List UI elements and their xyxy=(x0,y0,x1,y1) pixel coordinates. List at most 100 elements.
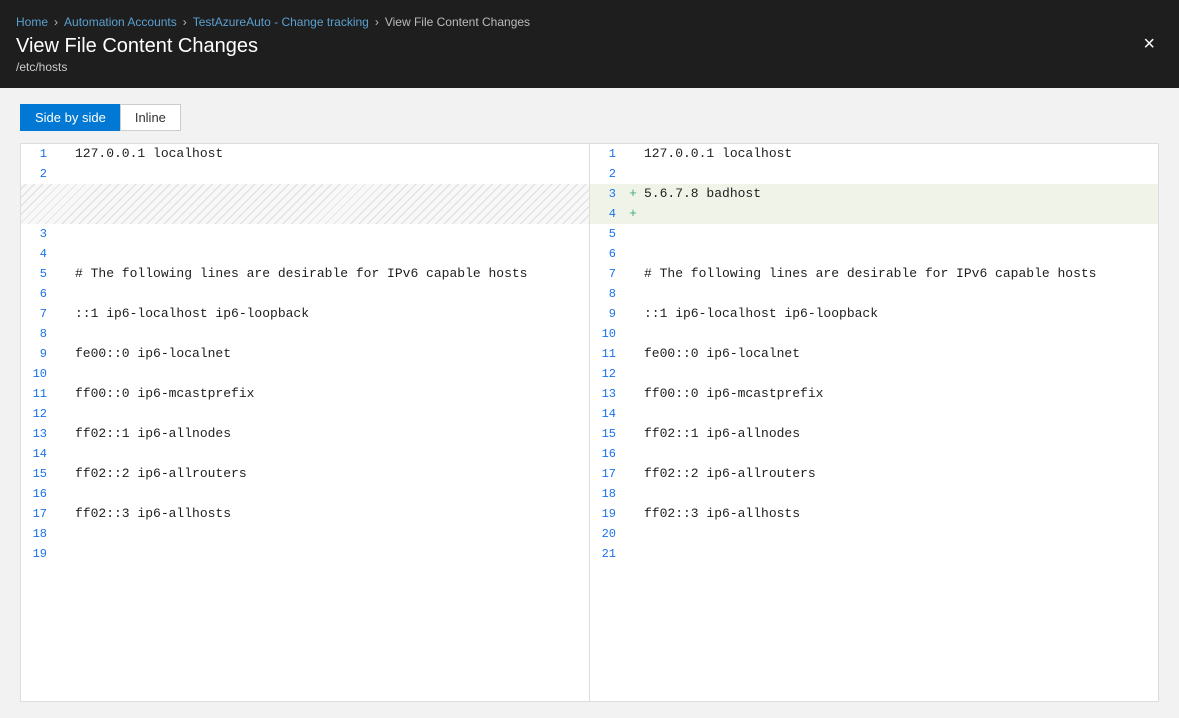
diff-line: 12 xyxy=(21,404,589,424)
breadcrumb-home[interactable]: Home xyxy=(16,15,48,29)
diff-line: 9 fe00::0 ip6-localnet xyxy=(21,344,589,364)
line-content: ff02::3 ip6-allhosts xyxy=(71,504,231,524)
modal-subtitle: /etc/hosts xyxy=(16,60,530,74)
line-number: 13 xyxy=(590,384,626,404)
diff-line: 1127.0.0.1 localhost xyxy=(590,144,1158,164)
line-number: 7 xyxy=(590,264,626,284)
line-number: 2 xyxy=(21,164,57,184)
diff-line: 7# The following lines are desirable for… xyxy=(590,264,1158,284)
diff-line: 19 xyxy=(21,544,589,564)
diff-pane-left[interactable]: 1127.0.0.1 localhost2345# The following … xyxy=(21,144,590,701)
line-content: ff02::1 ip6-allnodes xyxy=(640,424,800,444)
diff-line: 7::1 ip6-localhost ip6-loopback xyxy=(21,304,589,324)
line-number: 17 xyxy=(590,464,626,484)
modal-overlay: Home › Automation Accounts › TestAzureAu… xyxy=(0,0,1179,718)
line-number: 21 xyxy=(590,544,626,564)
line-number: 6 xyxy=(590,244,626,264)
diff-line: 18 xyxy=(590,484,1158,504)
line-number: 2 xyxy=(590,164,626,184)
line-number: 20 xyxy=(590,524,626,544)
diff-line: 8 xyxy=(21,324,589,344)
diff-line: 4+ xyxy=(590,204,1158,224)
diff-line: 9::1 ip6-localhost ip6-loopback xyxy=(590,304,1158,324)
diff-line: 13 ff00::0 ip6-mcastprefix xyxy=(590,384,1158,404)
breadcrumb: Home › Automation Accounts › TestAzureAu… xyxy=(16,15,530,29)
line-number: 3 xyxy=(590,184,626,204)
diff-line: 5# The following lines are desirable for… xyxy=(21,264,589,284)
line-number: 16 xyxy=(590,444,626,464)
line-number: 6 xyxy=(21,284,57,304)
line-content: 5.6.7.8 badhost xyxy=(640,184,761,204)
breadcrumb-sep-2: › xyxy=(183,15,187,29)
line-number: 4 xyxy=(21,244,57,264)
breadcrumb-sep-3: › xyxy=(375,15,379,29)
diff-line-hatch-left xyxy=(21,184,589,224)
header-content: Home › Automation Accounts › TestAzureAu… xyxy=(16,15,530,74)
diff-pane-right[interactable]: 1127.0.0.1 localhost23+5.6.7.8 badhost4+… xyxy=(590,144,1158,701)
line-number: 10 xyxy=(590,324,626,344)
line-number: 9 xyxy=(21,344,57,364)
diff-line: 11 fe00::0 ip6-localnet xyxy=(590,344,1158,364)
line-number: 16 xyxy=(21,484,57,504)
line-content: ::1 ip6-localhost ip6-loopback xyxy=(71,304,309,324)
line-number: 19 xyxy=(590,504,626,524)
diff-line: 4 xyxy=(21,244,589,264)
diff-line: 8 xyxy=(590,284,1158,304)
close-button[interactable]: × xyxy=(1135,30,1163,58)
line-content: fe00::0 ip6-localnet xyxy=(640,344,800,364)
line-content: # The following lines are desirable for … xyxy=(71,264,527,284)
line-number: 8 xyxy=(21,324,57,344)
line-number: 13 xyxy=(21,424,57,444)
tab-side-by-side[interactable]: Side by side xyxy=(20,104,120,131)
line-number: 11 xyxy=(590,344,626,364)
breadcrumb-current: View File Content Changes xyxy=(385,15,530,29)
line-number: 18 xyxy=(590,484,626,504)
line-number: 9 xyxy=(590,304,626,324)
line-content: fe00::0 ip6-localnet xyxy=(71,344,231,364)
diff-line: 10 xyxy=(590,324,1158,344)
diff-line: 14 xyxy=(590,404,1158,424)
line-number: 8 xyxy=(590,284,626,304)
line-number: 17 xyxy=(21,504,57,524)
line-content: ff02::3 ip6-allhosts xyxy=(640,504,800,524)
tab-inline[interactable]: Inline xyxy=(120,104,181,131)
line-number: 19 xyxy=(21,544,57,564)
diff-line: 12 xyxy=(590,364,1158,384)
line-number: 14 xyxy=(21,444,57,464)
line-content: 127.0.0.1 localhost xyxy=(640,144,792,164)
diff-line: 17 ff02::2 ip6-allrouters xyxy=(590,464,1158,484)
line-number: 12 xyxy=(590,364,626,384)
diff-line: 20 xyxy=(590,524,1158,544)
line-number: 18 xyxy=(21,524,57,544)
line-content: ff02::1 ip6-allnodes xyxy=(71,424,231,444)
breadcrumb-change-tracking[interactable]: TestAzureAuto - Change tracking xyxy=(193,15,369,29)
diff-line: 21 xyxy=(590,544,1158,564)
diff-line: 17 ff02::3 ip6-allhosts xyxy=(21,504,589,524)
line-content: ff00::0 ip6-mcastprefix xyxy=(71,384,254,404)
diff-line: 6 xyxy=(590,244,1158,264)
breadcrumb-automation[interactable]: Automation Accounts xyxy=(64,15,177,29)
line-content: ff02::2 ip6-allrouters xyxy=(640,464,816,484)
line-number: 12 xyxy=(21,404,57,424)
line-marker: + xyxy=(626,184,640,204)
diff-line: 14 xyxy=(21,444,589,464)
line-number: 15 xyxy=(590,424,626,444)
line-content: ::1 ip6-localhost ip6-loopback xyxy=(640,304,878,324)
diff-line: 16 xyxy=(590,444,1158,464)
breadcrumb-sep-1: › xyxy=(54,15,58,29)
modal-body: Side by side Inline 1127.0.0.1 localhost… xyxy=(0,88,1179,718)
modal-header: Home › Automation Accounts › TestAzureAu… xyxy=(0,0,1179,88)
line-marker: + xyxy=(626,204,640,224)
diff-line: 10 xyxy=(21,364,589,384)
tab-bar: Side by side Inline xyxy=(20,104,1159,131)
line-number: 7 xyxy=(21,304,57,324)
line-number: 3 xyxy=(21,224,57,244)
diff-line: 19 ff02::3 ip6-allhosts xyxy=(590,504,1158,524)
diff-line: 3 xyxy=(21,224,589,244)
line-number: 14 xyxy=(590,404,626,424)
line-number: 11 xyxy=(21,384,57,404)
modal-title: View File Content Changes xyxy=(16,35,530,58)
line-content: ff00::0 ip6-mcastprefix xyxy=(640,384,823,404)
diff-container: 1127.0.0.1 localhost2345# The following … xyxy=(20,143,1159,702)
diff-line: 18 xyxy=(21,524,589,544)
